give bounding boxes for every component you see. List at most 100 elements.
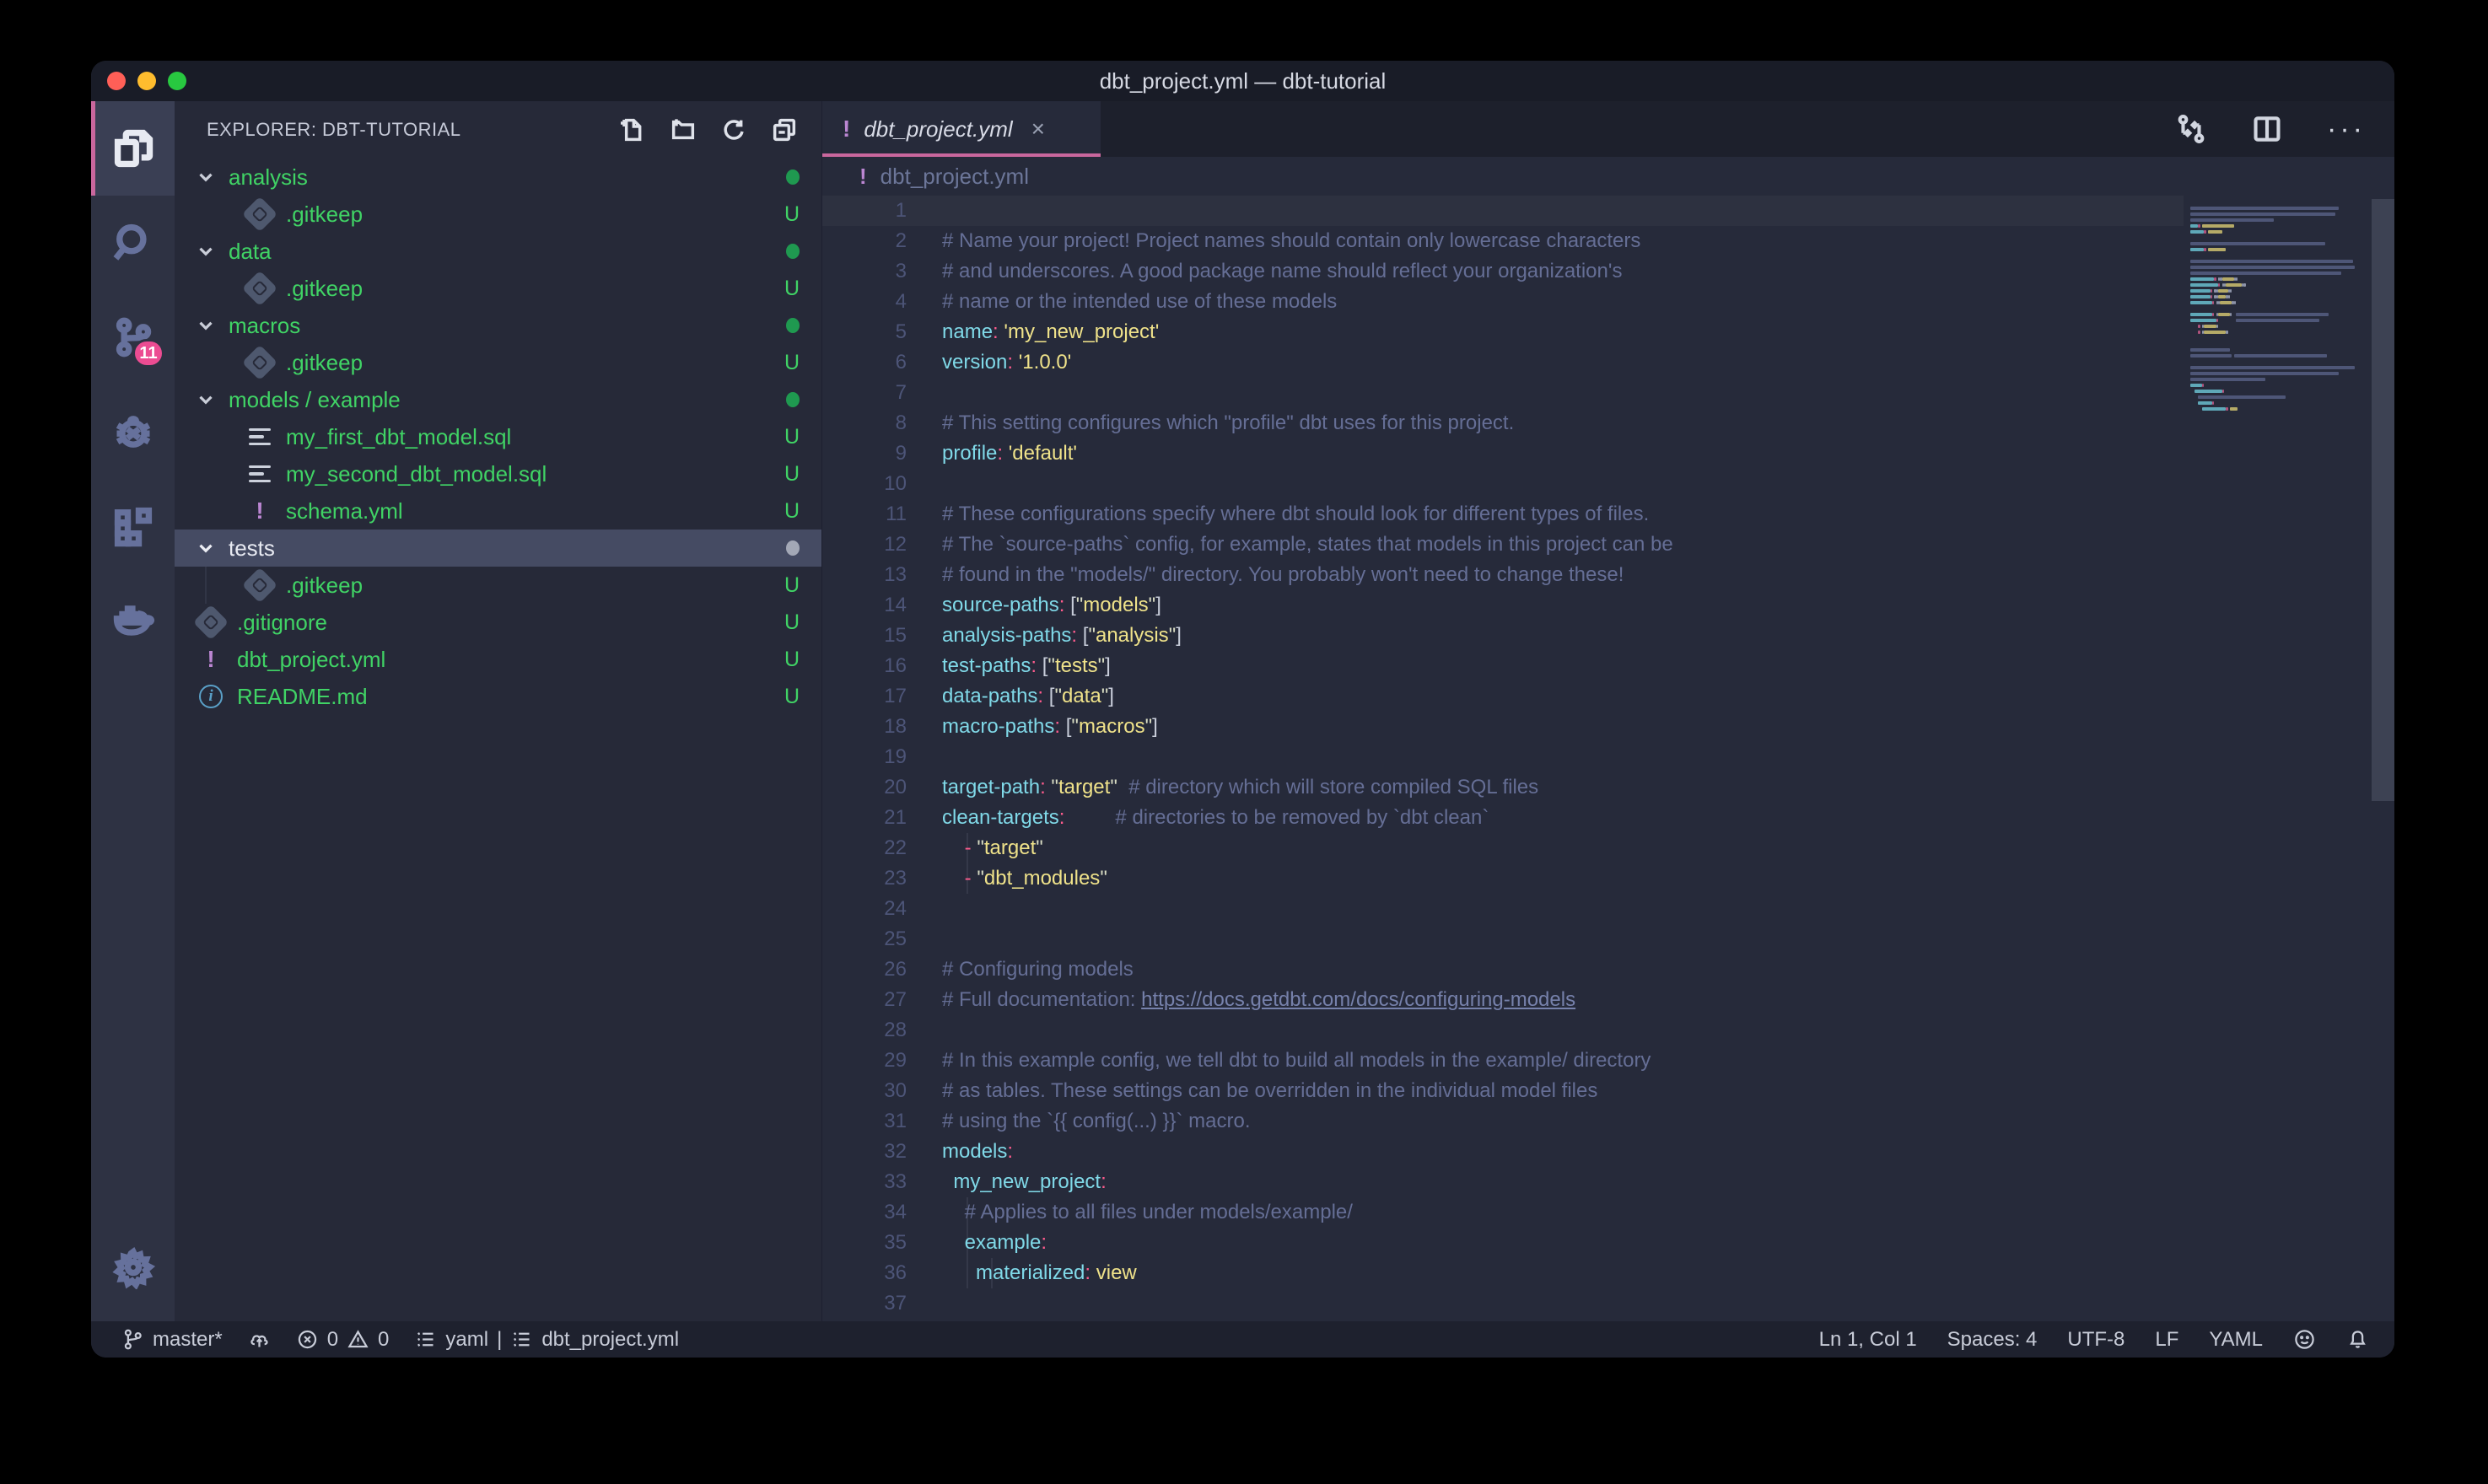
separator: | [497,1328,502,1352]
git-file-icon [242,196,277,232]
tree-item-analysis[interactable]: analysis [175,159,821,196]
git-untracked-badge: U [784,202,800,227]
more-actions-icon[interactable]: ··· [2327,113,2366,146]
tree-item-dbt-project-yml[interactable]: !dbt_project.ymlU [175,641,821,678]
code-line-13: 13# found in the "models/" directory. Yo… [822,560,2184,590]
tab-dbt-project-yml[interactable]: ! dbt_project.yml × [822,101,1101,157]
tree-item-my-second-dbt-model-sql[interactable]: my_second_dbt_model.sqlU [175,455,821,492]
problems-status[interactable]: 0 0 [296,1328,390,1352]
cloud-upload-icon [248,1328,271,1351]
eol-status[interactable]: LF [2155,1328,2178,1352]
line-number: 36 [822,1258,907,1288]
code-line-34: 34 # Applies to all files under models/e… [822,1197,2184,1228]
code-line-20: 20target-path: "target" # directory whic… [822,772,2184,803]
code-line-10: 10 [822,469,2184,499]
tree-item-label: README.md [237,684,784,710]
code-line-11: 11# These configurations specify where d… [822,499,2184,530]
line-number: 34 [822,1197,907,1228]
errors-icon [296,1328,319,1351]
readme-info-icon: i [199,685,223,708]
tree-item-label: .gitkeep [286,573,784,599]
tree-item-my-first-dbt-model-sql[interactable]: my_first_dbt_model.sqlU [175,418,821,455]
indent-guide [205,567,207,604]
line-number: 13 [822,560,907,590]
tree-item--gitignore[interactable]: .gitignoreU [175,604,821,641]
explorer-title: EXPLORER: DBT-TUTORIAL [207,119,619,141]
warnings-icon [347,1328,369,1351]
tree-item-label: .gitkeep [286,276,784,302]
indentation-status[interactable]: Spaces: 4 [1947,1328,2038,1352]
breadcrumb[interactable]: ! dbt_project.yml [822,157,2394,196]
git-changes-dot-badge [786,318,800,333]
git-branch-status[interactable]: master* [121,1328,223,1352]
refresh-icon[interactable] [720,116,747,143]
line-number: 10 [822,469,907,499]
tree-item--gitkeep[interactable]: .gitkeepU [175,567,821,604]
line-number: 26 [822,954,907,985]
sql-file-icon [249,428,271,446]
chevron-down-icon [195,537,217,559]
code-line-23: 23 - "dbt_modules" [822,863,2184,894]
explorer-header: EXPLORER: DBT-TUTORIAL [175,101,821,159]
editor-actions: ··· [2175,101,2366,157]
tree-item-models-example[interactable]: models / example [175,381,821,418]
code-line-1: 1 [822,196,2184,226]
activity-item-settings-gear[interactable] [91,1220,175,1315]
line-number: 1 [822,196,907,226]
code-line-22: 22 - "target" [822,833,2184,863]
code-line-19: 19 [822,742,2184,772]
tree-item-tests[interactable]: tests [175,530,821,567]
activity-item-source-control[interactable]: 11 [91,290,175,384]
collapse-all-icon[interactable] [771,116,798,143]
zoom-window-button[interactable] [168,72,186,90]
feedback-button[interactable] [2293,1328,2316,1351]
docker-icon [111,599,155,643]
tree-item-macros[interactable]: macros [175,307,821,344]
tree-item-data[interactable]: data [175,233,821,270]
activity-item-explorer[interactable] [91,101,175,196]
tree-item--gitkeep[interactable]: .gitkeepU [175,344,821,381]
git-untracked-badge: U [784,648,800,672]
open-changes-icon[interactable] [2175,113,2207,145]
line-number: 4 [822,287,907,317]
yaml-schema-status[interactable]: yaml | dbt_project.yml [414,1328,679,1352]
tree-item-readme-md[interactable]: iREADME.mdU [175,678,821,715]
line-number: 37 [822,1288,907,1319]
code-editor[interactable]: 12# Name your project! Project names sho… [822,196,2394,1321]
code-line-29: 29# In this example config, we tell dbt … [822,1046,2184,1076]
close-window-button[interactable] [107,72,126,90]
activity-item-search[interactable] [91,196,175,290]
language-mode-status[interactable]: YAML [2209,1328,2263,1352]
git-untracked-badge: U [784,610,800,635]
code-line-25: 25 [822,924,2184,954]
explorer-actions [619,116,798,143]
tree-item-schema-yml[interactable]: !schema.ymlU [175,492,821,530]
vertical-scrollbar[interactable] [2372,199,2394,801]
line-number: 18 [822,712,907,742]
code-line-17: 17data-paths: ["data"] [822,681,2184,712]
new-file-icon[interactable] [619,116,646,143]
line-number: 31 [822,1106,907,1137]
yaml-warning-icon: ! [207,646,214,673]
split-editor-icon[interactable] [2251,113,2283,145]
minimize-window-button[interactable] [137,72,156,90]
encoding-status[interactable]: UTF-8 [2067,1328,2124,1352]
tab-close-icon[interactable]: × [1031,116,1045,142]
publish-changes-button[interactable] [248,1328,271,1351]
activity-item-docker[interactable] [91,573,175,668]
tree-item--gitkeep[interactable]: .gitkeepU [175,196,821,233]
line-number: 25 [822,924,907,954]
code-line-27: 27# Full documentation: https://docs.get… [822,985,2184,1015]
new-folder-icon[interactable] [670,116,697,143]
tree-item--gitkeep[interactable]: .gitkeepU [175,270,821,307]
code-line-35: 35 example: [822,1228,2184,1258]
activity-item-extensions[interactable] [91,479,175,573]
cursor-position-status[interactable]: Ln 1, Col 1 [1819,1328,1917,1352]
line-number: 20 [822,772,907,803]
code-line-26: 26# Configuring models [822,954,2184,985]
line-number: 8 [822,408,907,438]
tree-item-label: .gitkeep [286,202,784,228]
notifications-button[interactable] [2346,1328,2369,1351]
code-line-3: 3# and underscores. A good package name … [822,256,2184,287]
activity-item-debug[interactable] [91,384,175,479]
